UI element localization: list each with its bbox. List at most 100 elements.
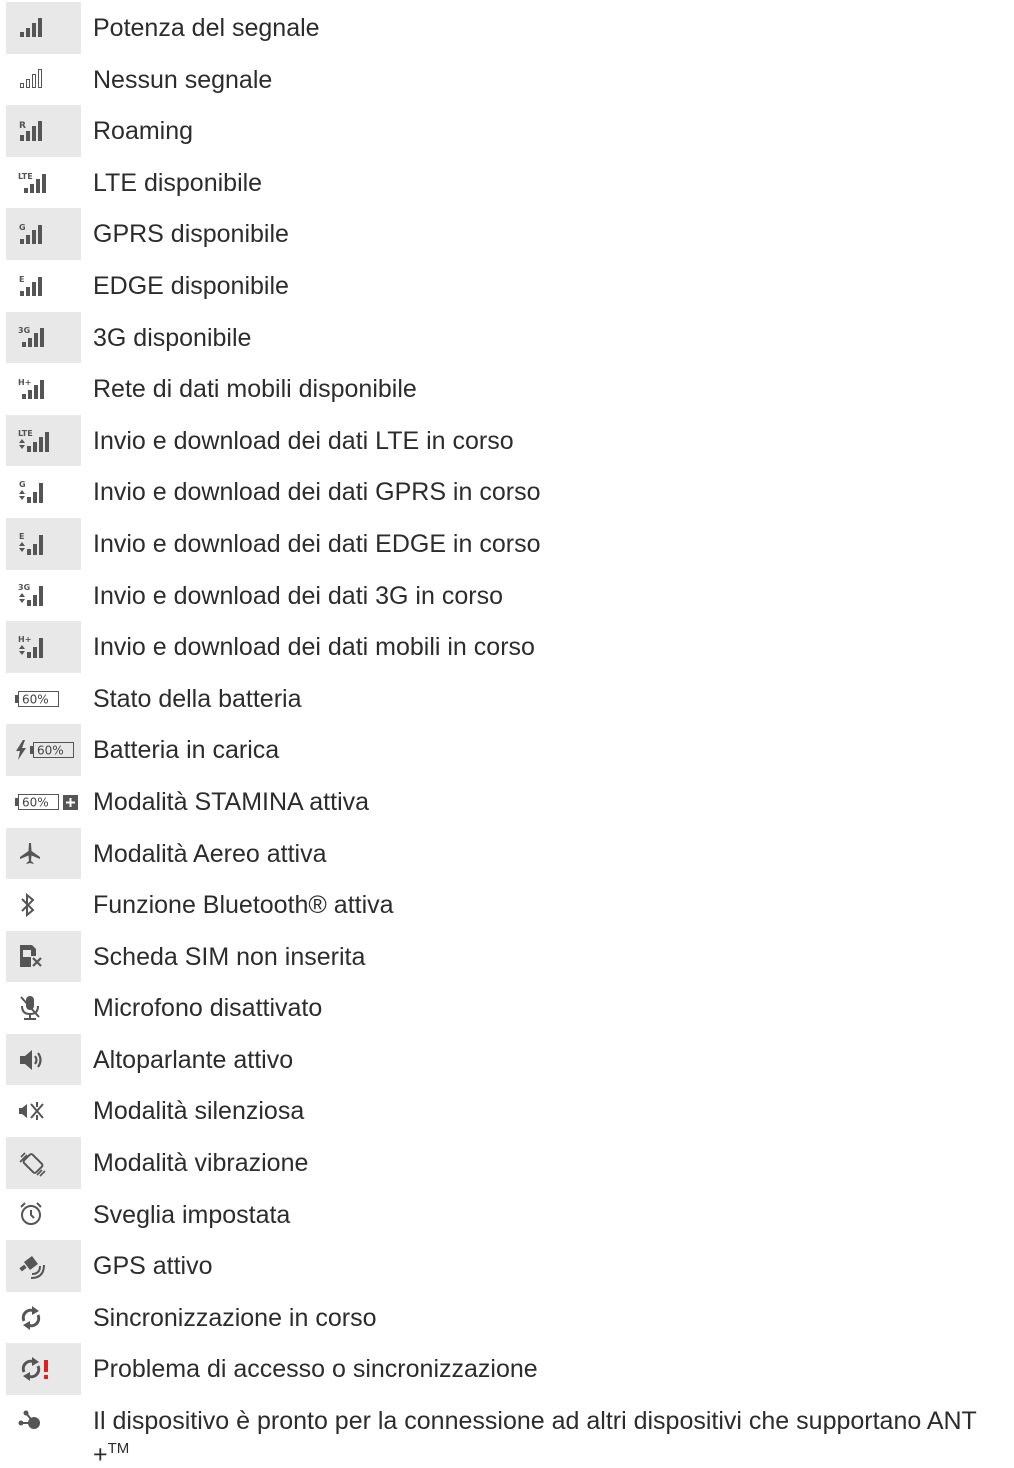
svg-text:G: G	[19, 480, 26, 489]
stamina-icon: 60%	[6, 775, 81, 828]
no-signal-icon	[6, 53, 81, 106]
3g-transfer-icon: 3G	[6, 569, 81, 622]
item-label: Nessun segnale	[93, 65, 273, 94]
svg-text:H+: H+	[18, 635, 31, 644]
gprs-transfer-icon: G	[6, 466, 81, 518]
item-label: Invio e download dei dati GPRS in corso	[93, 478, 541, 507]
lte-icon: LTE	[6, 156, 81, 209]
trademark-sup: TM	[107, 1440, 130, 1458]
3g-icon: 3G	[6, 311, 81, 364]
svg-text:R: R	[19, 121, 26, 131]
vibrate-icon	[6, 1137, 81, 1189]
svg-text:E: E	[19, 532, 24, 541]
list-item: Funzione Bluetooth® attiva	[0, 879, 1014, 931]
hplus-transfer-icon: H+	[6, 621, 81, 673]
item-label: Funzione Bluetooth® attiva	[93, 891, 394, 920]
item-label: Modalità silenziosa	[93, 1097, 305, 1126]
edge-icon: E	[6, 259, 81, 312]
item-label: Sincronizzazione in corso	[93, 1303, 377, 1332]
ant-icon	[6, 1395, 81, 1447]
list-item: E Invio e download dei dati EDGE in cors…	[0, 517, 1014, 570]
item-label: Invio e download dei dati LTE in corso	[93, 426, 514, 455]
item-label: Il dispositivo è pronto per la connessio…	[93, 1395, 1003, 1468]
list-item: G Invio e download dei dati GPRS in cors…	[0, 466, 1014, 518]
bluetooth-icon	[6, 879, 81, 931]
status-icon-list: Potenza del segnale Nessun segnale R Roa…	[0, 2, 1014, 1468]
battery-icon: 60%	[6, 672, 81, 725]
item-label: Modalità Aereo attiva	[93, 839, 327, 868]
item-label-text: Il dispositivo è pronto per la connessio…	[93, 1407, 977, 1468]
list-item: 60% Modalità STAMINA attiva	[0, 775, 1014, 828]
item-label: Stato della batteria	[93, 684, 302, 713]
alarm-icon	[6, 1188, 81, 1241]
item-label: Microfono disattivato	[93, 994, 323, 1023]
list-item: Problema di accesso o sincronizzazione	[0, 1343, 1014, 1396]
list-item: Potenza del segnale	[0, 2, 1014, 54]
silent-icon	[6, 1085, 81, 1138]
sync-icon	[6, 1291, 81, 1344]
item-label: GPRS disponibile	[93, 220, 289, 249]
list-item: Microfono disattivato	[0, 982, 1014, 1034]
item-label: Modalità STAMINA attiva	[93, 787, 370, 816]
item-label: Sveglia impostata	[93, 1200, 291, 1229]
svg-text:3G: 3G	[18, 583, 30, 592]
hplus-icon: H+	[6, 363, 81, 415]
battery-charging-icon: 60%	[6, 724, 81, 776]
mic-muted-icon	[6, 982, 81, 1034]
list-item: H+ Rete di dati mobili disponibile	[0, 363, 1014, 415]
list-item: Modalità vibrazione	[0, 1137, 1014, 1189]
list-item: Il dispositivo è pronto per la connessio…	[0, 1395, 1014, 1468]
list-item: 3G Invio e download dei dati 3G in corso	[0, 569, 1014, 622]
item-label: 3G disponibile	[93, 323, 252, 352]
svg-text:H+: H+	[18, 378, 31, 387]
list-item: Nessun segnale	[0, 53, 1014, 106]
item-label: Problema di accesso o sincronizzazione	[93, 1355, 538, 1384]
airplane-icon	[6, 827, 81, 880]
item-label: Invio e download dei dati 3G in corso	[93, 581, 503, 610]
battery-level-text: 60%	[22, 795, 49, 809]
list-item: R Roaming	[0, 105, 1014, 157]
sync-error-icon	[6, 1343, 81, 1396]
list-item: Scheda SIM non inserita	[0, 930, 1014, 983]
list-item: LTE Invio e download dei dati LTE in cor…	[0, 414, 1014, 467]
lte-transfer-icon: LTE	[6, 414, 81, 467]
battery-level-text: 60%	[37, 744, 64, 758]
list-item: Modalità silenziosa	[0, 1085, 1014, 1138]
speaker-icon	[6, 1033, 81, 1086]
item-label: Rete di dati mobili disponibile	[93, 375, 417, 404]
list-item: H+ Invio e download dei dati mobili in c…	[0, 621, 1014, 673]
svg-text:G: G	[19, 223, 26, 232]
item-label: Roaming	[93, 117, 194, 146]
list-item: 60% Batteria in carica	[0, 724, 1014, 776]
item-label: Invio e download dei dati EDGE in corso	[93, 529, 541, 558]
list-item: Sincronizzazione in corso	[0, 1291, 1014, 1344]
svg-text:E: E	[19, 275, 24, 284]
list-item: Altoparlante attivo	[0, 1033, 1014, 1086]
gprs-icon: G	[6, 208, 81, 260]
item-label: Batteria in carica	[93, 736, 280, 765]
list-item: 60% Stato della batteria	[0, 672, 1014, 725]
item-label: Modalità vibrazione	[93, 1149, 309, 1178]
item-label: Invio e download dei dati mobili in cors…	[93, 633, 535, 662]
item-label: LTE disponibile	[93, 168, 263, 197]
list-item: GPS attivo	[0, 1240, 1014, 1292]
no-sim-icon	[6, 930, 81, 983]
item-label: EDGE disponibile	[93, 271, 289, 300]
list-item: 3G 3G disponibile	[0, 311, 1014, 364]
edge-transfer-icon: E	[6, 517, 81, 570]
list-item: Sveglia impostata	[0, 1188, 1014, 1241]
list-item: LTE LTE disponibile	[0, 156, 1014, 209]
item-label: Scheda SIM non inserita	[93, 942, 366, 971]
gps-icon	[6, 1240, 81, 1292]
item-label: GPS attivo	[93, 1252, 213, 1281]
battery-level-text: 60%	[22, 692, 49, 706]
list-item: G GPRS disponibile	[0, 208, 1014, 260]
item-label: Potenza del segnale	[93, 14, 320, 42]
svg-text:LTE: LTE	[18, 429, 33, 438]
svg-text:3G: 3G	[18, 326, 30, 335]
svg-text:LTE: LTE	[18, 172, 33, 181]
signal-strength-icon	[6, 2, 81, 54]
item-label: Altoparlante attivo	[93, 1045, 294, 1074]
roaming-icon: R	[6, 105, 81, 157]
list-item: E EDGE disponibile	[0, 259, 1014, 312]
